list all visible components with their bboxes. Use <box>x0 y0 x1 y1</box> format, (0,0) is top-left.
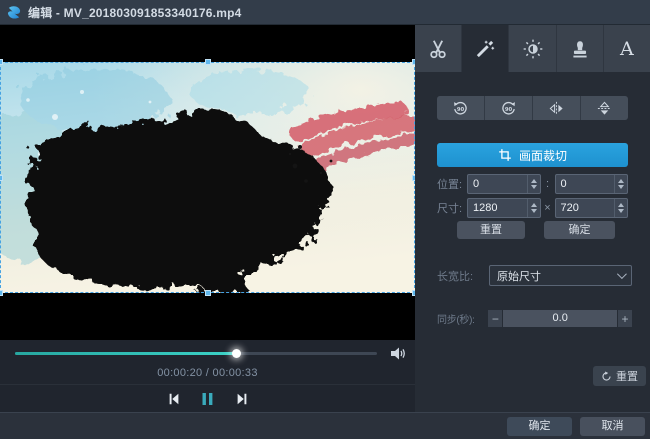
sync-value[interactable]: 0.0 <box>503 310 617 327</box>
tab-effects[interactable] <box>462 25 509 72</box>
scissors-icon <box>427 38 449 60</box>
crop-handle-bottom-left[interactable] <box>0 290 3 296</box>
position-row: 位置: 0 : 0 <box>437 174 628 194</box>
app-logo-icon <box>7 5 22 20</box>
size-row: 尺寸: 1280 × 720 <box>437 198 628 218</box>
rotate-right-90-button[interactable]: 90 <box>485 96 532 120</box>
spin-down-icon[interactable] <box>618 185 624 189</box>
aspect-ratio-row: 长宽比: 原始尺寸 <box>437 265 632 286</box>
brightness-icon <box>522 38 544 60</box>
crop-handle-top-center[interactable] <box>205 59 211 65</box>
confirm-button[interactable]: 确定 <box>507 417 572 436</box>
spin-up-icon[interactable] <box>531 179 537 183</box>
footer-bar: 确定 取消 <box>0 412 650 439</box>
flip-horizontal-button[interactable] <box>533 96 580 120</box>
spin-down-icon[interactable] <box>531 185 537 189</box>
speaker-icon <box>390 346 407 361</box>
flip-vertical-icon <box>596 100 613 117</box>
player-divider <box>0 384 415 385</box>
spin-down-icon[interactable] <box>531 209 537 213</box>
spin-up-icon[interactable] <box>618 179 624 183</box>
spin-up-icon[interactable] <box>531 203 537 207</box>
crop-handle-bottom-center[interactable] <box>205 290 211 296</box>
window-title: 编辑 - MV_201803091853340176.mp4 <box>28 4 241 21</box>
size-label: 尺寸: <box>437 200 467 216</box>
sync-plus-button[interactable]: + <box>618 310 632 327</box>
flip-horizontal-icon <box>548 100 565 117</box>
video-stage <box>0 25 415 340</box>
size-height-spinner[interactable] <box>614 199 627 217</box>
position-y-field[interactable]: 0 <box>555 174 629 194</box>
step-forward-button[interactable] <box>234 391 250 407</box>
tool-tabbar: A <box>415 25 650 72</box>
playback-controls <box>0 391 415 407</box>
reset-all-label: 重置 <box>616 368 638 384</box>
sync-row: 同步(秒): − 0.0 + <box>437 310 632 327</box>
titlebar: 编辑 - MV_201803091853340176.mp4 <box>0 0 650 25</box>
crop-icon <box>498 148 512 162</box>
seek-bar[interactable] <box>15 352 377 355</box>
position-separator: : <box>541 178 555 190</box>
watercolor-tree-art <box>0 62 415 293</box>
rotate-right-icon: 90 <box>500 100 517 117</box>
time-display: 00:00:20 / 00:00:33 <box>0 367 415 379</box>
size-height-field[interactable]: 720 <box>555 198 629 218</box>
size-width-field[interactable]: 1280 <box>467 198 541 218</box>
svg-text:90: 90 <box>457 106 465 112</box>
step-backward-icon <box>167 392 181 406</box>
crop-button-label: 画面裁切 <box>519 147 567 164</box>
crop-handle-left-center[interactable] <box>0 175 3 181</box>
step-backward-button[interactable] <box>166 391 182 407</box>
spin-down-icon[interactable] <box>618 209 624 213</box>
pause-button[interactable] <box>200 391 216 407</box>
sync-minus-button[interactable]: − <box>488 310 502 327</box>
chevron-down-icon <box>617 269 627 279</box>
player-bar: 00:00:20 / 00:00:33 <box>0 340 415 412</box>
crop-reset-button[interactable]: 重置 <box>457 221 525 239</box>
rotate-left-90-button[interactable]: 90 <box>437 96 484 120</box>
aspect-ratio-label: 长宽比: <box>437 268 489 284</box>
seek-bar-fill <box>15 352 236 355</box>
rotate-left-icon: 90 <box>452 100 469 117</box>
flip-vertical-button[interactable] <box>581 96 628 120</box>
magic-wand-icon <box>474 38 496 60</box>
side-panel: A 90 90 <box>415 25 650 412</box>
aspect-ratio-value: 原始尺寸 <box>497 268 541 284</box>
position-x-field[interactable]: 0 <box>467 174 541 194</box>
text-icon: A <box>620 38 634 60</box>
transform-toolbar: 90 90 <box>437 96 628 120</box>
position-label: 位置: <box>437 176 467 192</box>
spin-up-icon[interactable] <box>618 203 624 207</box>
stamp-icon <box>569 38 591 60</box>
tab-adjust[interactable] <box>509 25 556 72</box>
size-separator: × <box>541 202 555 214</box>
step-forward-icon <box>235 392 249 406</box>
crop-screen-button[interactable]: 画面裁切 <box>437 143 628 167</box>
pause-icon <box>201 392 214 406</box>
position-y-spinner[interactable] <box>614 175 627 193</box>
volume-button[interactable] <box>390 346 407 361</box>
tab-text[interactable]: A <box>604 25 650 72</box>
tab-watermark[interactable] <box>557 25 604 72</box>
svg-text:90: 90 <box>505 106 513 112</box>
video-frame[interactable] <box>0 62 415 293</box>
aspect-ratio-dropdown[interactable]: 原始尺寸 <box>489 265 632 286</box>
sync-label: 同步(秒): <box>437 311 488 326</box>
crop-apply-button[interactable]: 确定 <box>544 221 615 239</box>
crop-handle-top-left[interactable] <box>0 59 3 65</box>
tab-trim[interactable] <box>415 25 462 72</box>
playhead[interactable] <box>232 349 241 358</box>
position-x-spinner[interactable] <box>527 175 540 193</box>
reset-icon <box>601 371 612 382</box>
cancel-button[interactable]: 取消 <box>580 417 645 436</box>
size-width-spinner[interactable] <box>527 199 540 217</box>
reset-all-button[interactable]: 重置 <box>593 366 646 386</box>
